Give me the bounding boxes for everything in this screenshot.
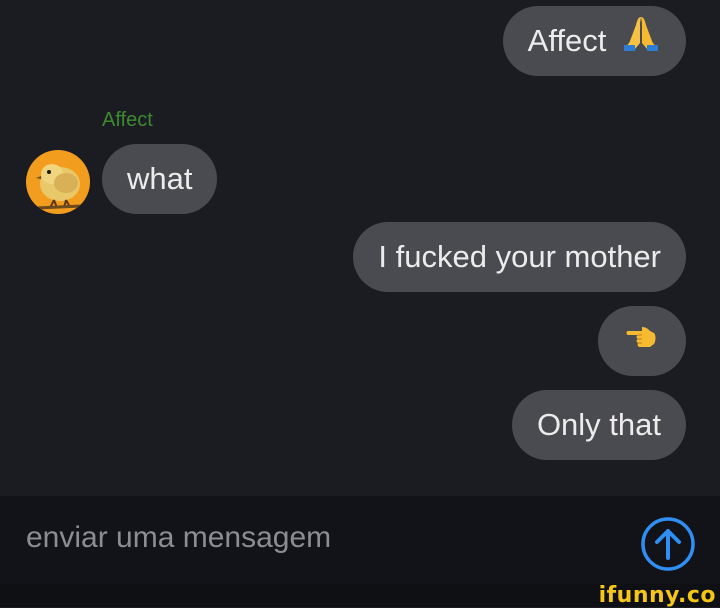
arrow-up-circle-icon (641, 517, 695, 571)
praying-hands-icon (621, 8, 661, 78)
chat-thread: Affect Affect what I fucked your mother … (0, 0, 720, 496)
message-bubble-incoming[interactable]: what (102, 144, 218, 214)
chick-avatar-image (35, 164, 83, 210)
message-text: what (127, 161, 193, 196)
message-text: Affect (527, 23, 607, 58)
message-text: Only that (536, 407, 661, 442)
sender-name: Affect (102, 109, 153, 131)
message-bubble-outgoing[interactable]: Affect (502, 6, 686, 78)
message-composer (0, 496, 720, 584)
watermark-logo: ifunny.co (598, 583, 716, 608)
send-button[interactable] (640, 516, 696, 572)
message-bubble-outgoing[interactable]: Only that (511, 390, 686, 460)
avatar[interactable] (26, 150, 90, 214)
message-bubble-outgoing[interactable] (598, 306, 686, 376)
message-text: I fucked your mother (378, 239, 661, 274)
hand-pointing-left-icon (624, 308, 660, 378)
message-input[interactable] (24, 520, 588, 556)
message-bubble-outgoing[interactable]: I fucked your mother (353, 222, 686, 292)
